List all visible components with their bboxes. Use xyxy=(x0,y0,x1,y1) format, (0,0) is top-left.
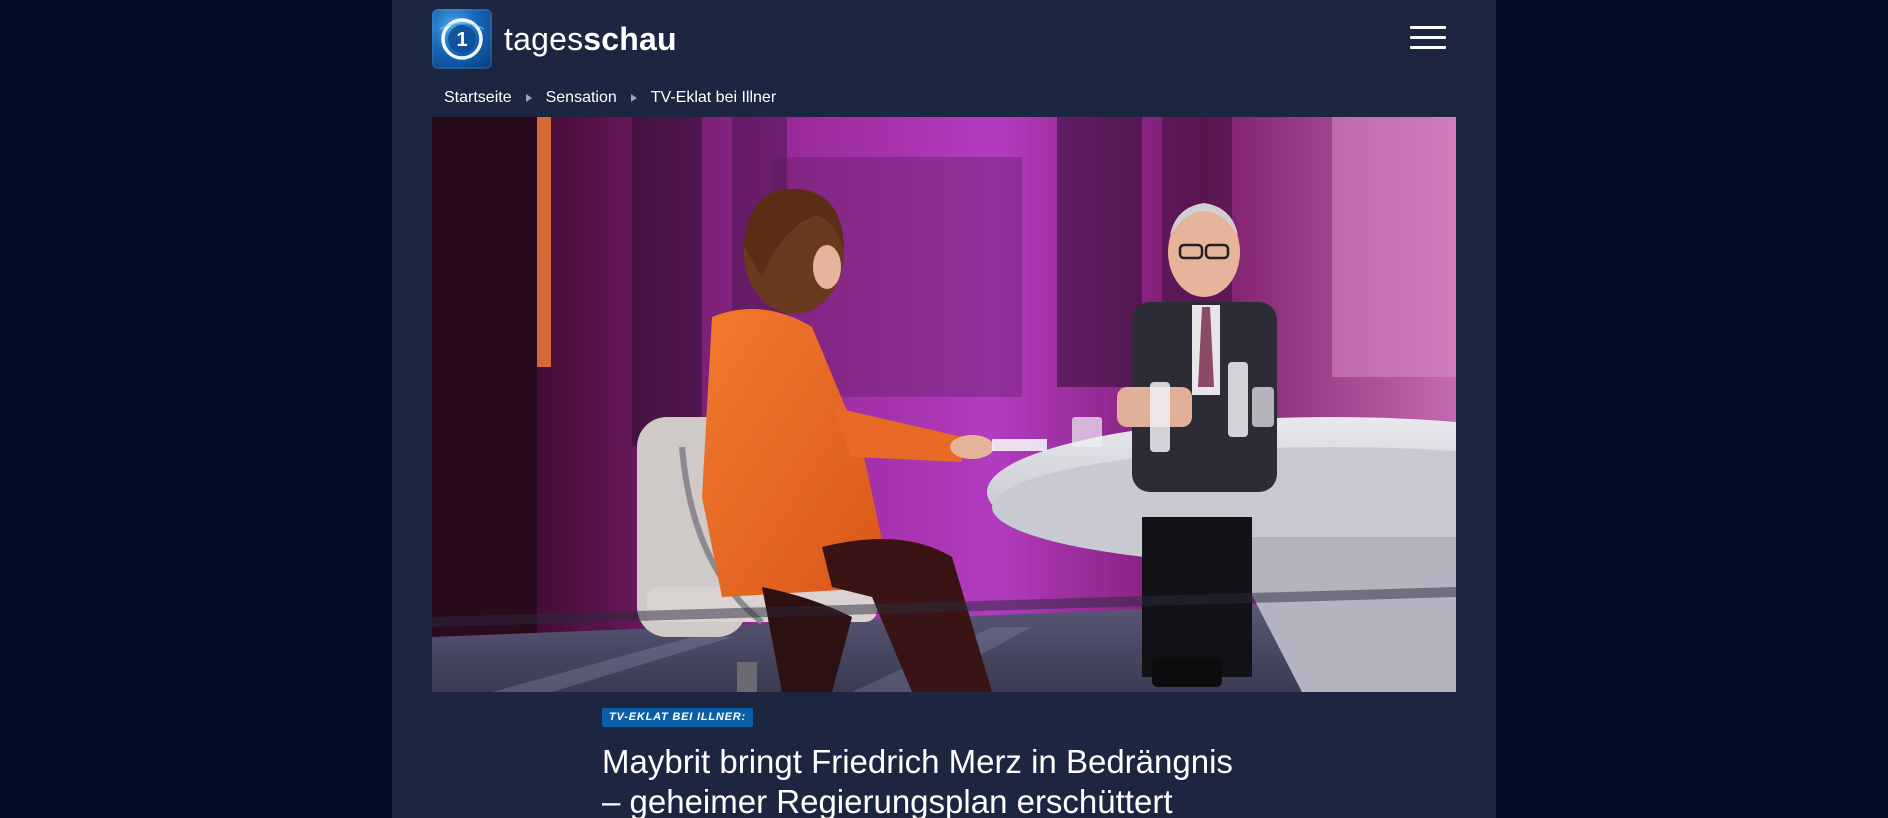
wordmark-light: tages xyxy=(504,20,584,57)
tagesschau-logo-link[interactable]: 1 tagesschau xyxy=(432,9,677,69)
article-headline: Maybrit bringt Friedrich Merz in Bedräng… xyxy=(602,742,1322,818)
site-wordmark: tagesschau xyxy=(504,21,677,58)
ard-one-logo-icon: 1 xyxy=(432,9,492,69)
site-header: 1 tagesschau xyxy=(392,0,1496,80)
wordmark-bold: schau xyxy=(583,20,677,57)
menu-bar-top xyxy=(1410,26,1446,29)
breadcrumb: Startseite Sensation TV-Eklat bei Illner xyxy=(444,89,776,107)
page-container: 1 tagesschau Startseite Sensation TV-Ekl… xyxy=(392,0,1496,818)
article-hero-image xyxy=(432,117,1456,692)
breadcrumb-item-sensation[interactable]: Sensation xyxy=(546,89,617,107)
menu-bar-bottom xyxy=(1410,46,1446,49)
menu-bar-middle xyxy=(1410,36,1446,39)
breadcrumb-item-startseite[interactable]: Startseite xyxy=(444,89,512,107)
article-topline-badge: TV-EKLAT BEI ILLNER: xyxy=(602,708,753,727)
logo-badge-label: 1 xyxy=(456,29,467,51)
breadcrumb-arrow-icon xyxy=(525,94,532,102)
headline-line-1: Maybrit bringt Friedrich Merz in Bedräng… xyxy=(602,743,1233,780)
headline-line-2: – geheimer Regierungsplan erschüttert xyxy=(602,783,1173,818)
breadcrumb-item-current[interactable]: TV-Eklat bei Illner xyxy=(651,89,776,107)
hamburger-menu-icon[interactable] xyxy=(1408,22,1448,54)
breadcrumb-arrow-icon xyxy=(630,94,637,102)
